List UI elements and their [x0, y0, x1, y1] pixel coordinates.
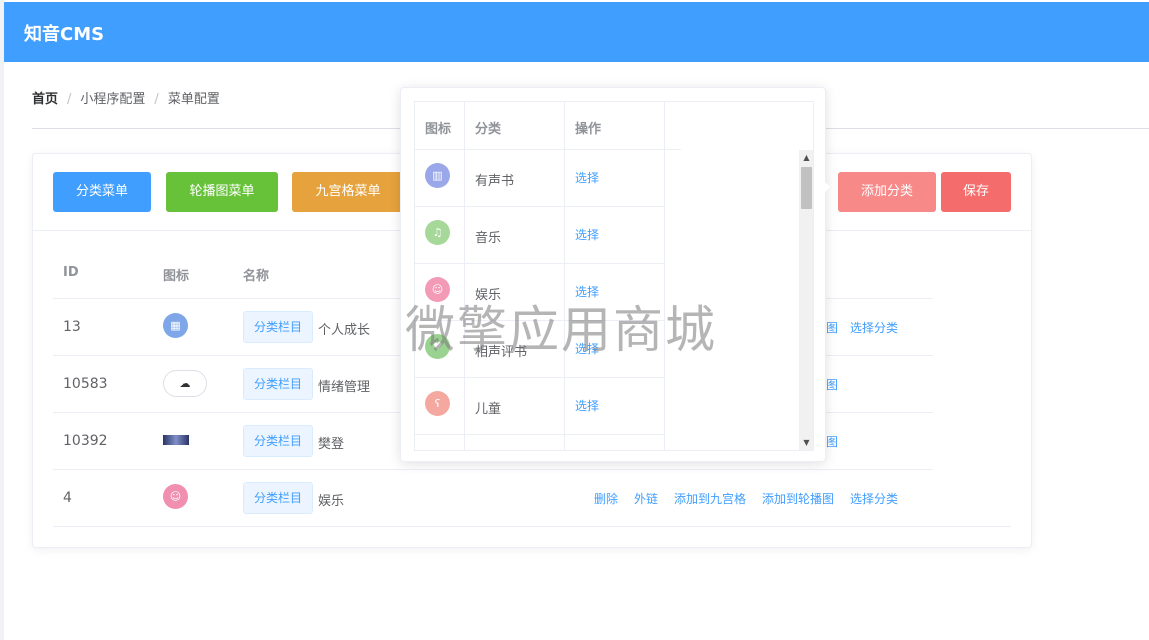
- popover-row: ☺ 娱乐 选择: [415, 264, 665, 321]
- cloud-upload-icon: ☁: [163, 370, 207, 397]
- popover-category-name: 音乐: [475, 231, 502, 246]
- popover-table-header: 图标 分类 操作: [415, 102, 681, 150]
- row-icon-cell: [163, 427, 189, 445]
- category-tag: 分类栏目: [243, 482, 314, 514]
- popover-header-icon: 图标: [425, 122, 452, 137]
- popover-header-action: 操作: [575, 122, 602, 137]
- category-tag: 分类栏目: [243, 311, 314, 343]
- table-row: 4 ☺ 分类栏目 娱乐 删除 外链 添加到九宫格 添加到轮播图 选择分类: [53, 470, 1011, 527]
- thumbnail-image: [163, 435, 189, 445]
- popover-arrow: [824, 181, 830, 193]
- scroll-thumb[interactable]: [801, 167, 812, 209]
- row-name: 樊登: [318, 437, 345, 452]
- save-button[interactable]: 保存: [941, 172, 1011, 212]
- select-link[interactable]: 选择: [575, 283, 599, 300]
- row-icon-cell: ▦: [163, 313, 188, 338]
- popover-category-name: 儿童: [475, 402, 502, 417]
- popover-category-name: 相声评书: [475, 345, 528, 360]
- popover-category-name: 有声书: [475, 174, 515, 189]
- row-name: 个人成长: [318, 323, 371, 338]
- popover-row: ♫ 音乐 选择: [415, 207, 665, 264]
- row-name: 娱乐: [318, 494, 345, 509]
- add-to-grid-link[interactable]: 添加到九宫格: [674, 490, 746, 507]
- smile-icon: ☺: [425, 277, 450, 302]
- header-id: ID: [63, 265, 79, 280]
- top-header: 知音CMS: [4, 2, 1149, 62]
- calendar-icon: ▦: [163, 313, 188, 338]
- category-menu-button[interactable]: 分类菜单: [53, 172, 151, 212]
- popover-scrollbar[interactable]: ▲ ▼: [799, 150, 813, 450]
- grid-menu-button[interactable]: 九宫格菜单: [292, 172, 404, 212]
- add-to-carousel-link[interactable]: 添加到轮播图: [762, 490, 834, 507]
- add-category-button[interactable]: 添加分类: [838, 172, 936, 212]
- category-tag: 分类栏目: [243, 368, 314, 400]
- breadcrumb-separator: /: [67, 92, 72, 107]
- header-icon: 图标: [163, 269, 190, 284]
- smile-icon: ☺: [163, 484, 188, 509]
- row-id: 10392: [63, 433, 108, 449]
- bear-icon: ʕ: [425, 391, 450, 416]
- header-name: 名称: [243, 269, 270, 284]
- external-link[interactable]: 外链: [634, 490, 658, 507]
- page: 知音CMS 首页 / 小程序配置 / 菜单配置 分类菜单 轮播图菜单 九宫格菜单 添加分…: [0, 0, 1149, 640]
- popover-row: ♥ 相声评书 选择: [415, 321, 665, 378]
- popover-table: 图标 分类 操作 ▥ 有声书 选择 ♫ 音乐 选择 ☺ 娱乐 选择 ♥ 相声评书…: [414, 101, 814, 451]
- add-to-carousel-link[interactable]: 图: [826, 376, 838, 393]
- row-id: 10583: [63, 376, 108, 392]
- select-link[interactable]: 选择: [575, 340, 599, 357]
- scroll-up-arrow-icon[interactable]: ▲: [799, 150, 813, 165]
- row-id: 13: [63, 319, 81, 335]
- left-edge-strip: [0, 0, 4, 640]
- row-name: 情绪管理: [318, 380, 371, 395]
- book-icon: ▥: [425, 163, 450, 188]
- popover-row: ʕ 儿童 选择: [415, 378, 665, 435]
- music-icon: ♫: [425, 220, 450, 245]
- app-title: 知音CMS: [24, 24, 105, 45]
- category-select-popover: 图标 分类 操作 ▥ 有声书 选择 ♫ 音乐 选择 ☺ 娱乐 选择 ♥ 相声评书…: [400, 87, 826, 462]
- popover-category-name: 娱乐: [475, 288, 502, 303]
- row-id: 4: [63, 490, 72, 506]
- popover-row: ▥ 有声书 选择: [415, 150, 665, 207]
- select-link[interactable]: 选择: [575, 169, 599, 186]
- breadcrumb-mini-program-config[interactable]: 小程序配置: [80, 88, 145, 107]
- category-tag: 分类栏目: [243, 425, 314, 457]
- select-link[interactable]: 选择: [575, 226, 599, 243]
- popover-header-category: 分类: [475, 122, 502, 137]
- select-category-link[interactable]: 选择分类: [850, 490, 898, 507]
- add-to-carousel-link[interactable]: 图: [826, 433, 838, 450]
- carousel-menu-button[interactable]: 轮播图菜单: [166, 172, 278, 212]
- breadcrumb-separator: /: [154, 92, 159, 107]
- heart-icon: ♥: [425, 334, 450, 359]
- select-category-link[interactable]: 选择分类: [850, 319, 898, 336]
- breadcrumb: 首页 / 小程序配置 / 菜单配置: [32, 88, 220, 107]
- scroll-down-arrow-icon[interactable]: ▼: [799, 435, 813, 450]
- breadcrumb-home[interactable]: 首页: [32, 88, 58, 107]
- breadcrumb-menu-config: 菜单配置: [167, 92, 220, 107]
- add-to-carousel-link[interactable]: 图: [826, 319, 838, 336]
- select-link[interactable]: 选择: [575, 397, 599, 414]
- delete-link[interactable]: 删除: [594, 490, 618, 507]
- row-icon-cell: ☺: [163, 484, 188, 509]
- row-icon-cell: ☁: [163, 370, 207, 397]
